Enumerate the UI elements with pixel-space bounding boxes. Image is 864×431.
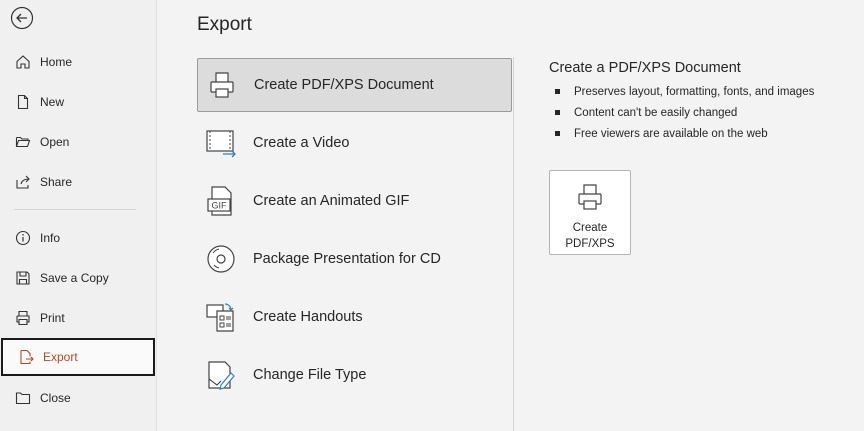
folder-close-icon [10, 390, 36, 406]
handouts-icon [203, 299, 239, 335]
option-create-animated-gif-label: Create an Animated GIF [253, 193, 410, 209]
nav-open[interactable]: Open [0, 124, 154, 160]
nav-share-label: Share [40, 175, 73, 189]
bullet-text: Preserves layout, formatting, fonts, and… [574, 85, 815, 98]
nav-home-label: Home [40, 55, 73, 69]
bullet-marker [555, 89, 560, 94]
bullet-marker [555, 110, 560, 115]
option-package-for-cd[interactable]: Package Presentation for CD [197, 232, 512, 286]
option-create-handouts[interactable]: Create Handouts [197, 290, 512, 344]
nav-close[interactable]: Close [0, 380, 154, 416]
option-change-file-type-label: Change File Type [253, 367, 367, 383]
save-icon [10, 270, 36, 286]
backstage-nav: Home New Open Share Info Save a Copy Pri… [0, 0, 157, 431]
bullet-item: Content can't be easily changed [555, 102, 814, 123]
option-package-for-cd-label: Package Presentation for CD [253, 251, 441, 267]
bullet-marker [555, 131, 560, 136]
option-create-handouts-label: Create Handouts [253, 309, 363, 325]
printer-icon [10, 310, 36, 326]
new-document-icon [10, 94, 36, 110]
option-create-pdf-xps[interactable]: Create PDF/XPS Document [197, 58, 512, 112]
option-change-file-type[interactable]: Change File Type [197, 348, 512, 402]
nav-divider [14, 209, 136, 210]
nav-info-label: Info [40, 231, 61, 245]
nav-share[interactable]: Share [0, 164, 154, 200]
change-file-type-icon [203, 357, 239, 393]
nav-close-label: Close [40, 391, 71, 405]
option-create-animated-gif[interactable]: GIF Create an Animated GIF [197, 174, 512, 228]
nav-info[interactable]: Info [0, 220, 154, 256]
nav-save-a-copy[interactable]: Save a Copy [0, 260, 154, 296]
export-icon [13, 349, 39, 365]
option-create-video[interactable]: Create a Video [197, 116, 512, 170]
open-folder-icon [10, 134, 36, 150]
nav-print[interactable]: Print [0, 300, 154, 336]
back-arrow-icon[interactable] [10, 6, 34, 30]
nav-home[interactable]: Home [0, 44, 154, 80]
nav-new[interactable]: New [0, 84, 154, 120]
export-options-list: Create PDF/XPS Document Create a Video G… [197, 57, 514, 431]
option-create-video-label: Create a Video [253, 135, 350, 151]
detail-title: Create a PDF/XPS Document [549, 60, 741, 76]
bullet-item: Free viewers are available on the web [555, 123, 814, 144]
gif-icon: GIF [203, 183, 239, 219]
home-icon [10, 54, 36, 70]
info-icon [10, 230, 36, 246]
gif-label-text: GIF [212, 201, 228, 211]
nav-export-label: Export [43, 350, 78, 364]
nav-export[interactable]: Export [1, 338, 155, 376]
nav-open-label: Open [40, 135, 70, 149]
bullet-text: Content can't be easily changed [574, 106, 738, 119]
pdf-printer-icon [204, 67, 240, 103]
bullet-text: Free viewers are available on the web [574, 127, 768, 140]
nav-new-label: New [40, 95, 65, 109]
nav-save-a-copy-label: Save a Copy [40, 271, 109, 285]
nav-print-label: Print [40, 311, 65, 325]
bullet-item: Preserves layout, formatting, fonts, and… [555, 81, 814, 102]
create-pdf-xps-button[interactable]: Create PDF/XPS [549, 170, 631, 255]
cd-icon [203, 241, 239, 277]
detail-bullets: Preserves layout, formatting, fonts, and… [555, 81, 814, 144]
create-pdf-xps-button-label: Create PDF/XPS [565, 222, 615, 250]
video-icon [203, 125, 239, 161]
option-create-pdf-xps-label: Create PDF/XPS Document [254, 77, 434, 93]
share-icon [10, 174, 36, 190]
page-title: Export [197, 14, 252, 35]
pdf-printer-icon [575, 182, 605, 217]
